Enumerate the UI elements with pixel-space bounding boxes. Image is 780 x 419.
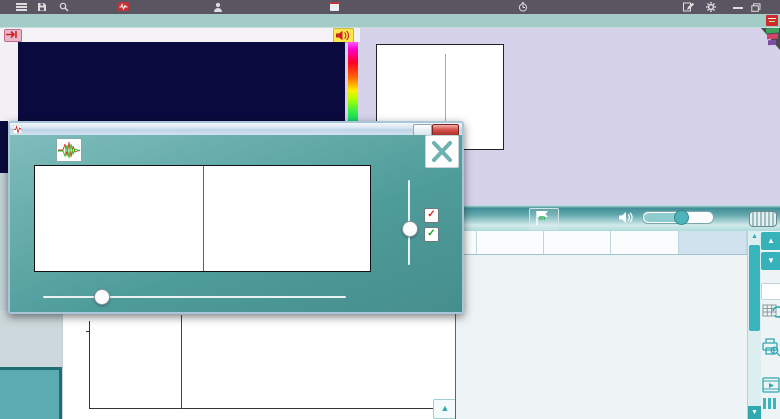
- menu-icon[interactable]: [16, 3, 27, 11]
- marker-flag-button[interactable]: m: [529, 208, 559, 230]
- im-checkbox[interactable]: ✓: [424, 227, 439, 242]
- corner-badge-red: [767, 34, 778, 40]
- dialog-big-close-button[interactable]: [425, 135, 459, 168]
- refresh-table-icon[interactable]: [761, 302, 780, 320]
- chart-y-axis: [89, 321, 90, 409]
- chart-expand-button[interactable]: ▲: [433, 399, 457, 419]
- settings-gear-icon[interactable]: [706, 2, 716, 12]
- bars-icon[interactable]: [763, 398, 776, 409]
- events-table-panel: m ▲ ▼ ▲ ▼: [455, 205, 780, 419]
- header-temps[interactable]: [477, 231, 544, 254]
- user-icon: [213, 2, 223, 12]
- events-table-body: [456, 254, 747, 419]
- tcd-monitor-app: ▲ m ▲ ▼: [0, 0, 780, 419]
- dialog-body: ✓ ✓: [10, 135, 462, 312]
- video-playback-icon[interactable]: [761, 375, 780, 395]
- header-type[interactable]: [544, 231, 611, 254]
- probe-alert-icon: [766, 15, 778, 26]
- scroll-down-icon[interactable]: ▼: [748, 406, 761, 419]
- minimize-button[interactable]: [733, 7, 743, 9]
- depth-cursor-icon[interactable]: [4, 29, 22, 42]
- scroll-up-icon[interactable]: ▲: [748, 231, 761, 243]
- volume-slider-thumb[interactable]: [674, 210, 689, 225]
- corner-badge-purple: [768, 40, 776, 46]
- ae-filter-button[interactable]: [761, 283, 780, 300]
- row-up-button[interactable]: ▲: [761, 232, 780, 250]
- header-coef[interactable]: [679, 231, 747, 254]
- chart-cursor-line[interactable]: [181, 315, 182, 409]
- spectrum-left-sliver: [0, 121, 8, 173]
- dialog-title-icon: [13, 125, 22, 134]
- scrollbar-thumb[interactable]: [749, 245, 760, 331]
- timer-icon: [518, 2, 528, 12]
- events-table-header: [456, 231, 747, 255]
- vzoom-slider-thumb[interactable]: [402, 221, 418, 237]
- tools-panel[interactable]: [0, 367, 62, 419]
- emboli-rate-chart[interactable]: ▲: [62, 312, 457, 419]
- marker-flag-m: m: [539, 215, 545, 222]
- search-icon[interactable]: [59, 2, 69, 12]
- exam-status-bar: [0, 14, 780, 28]
- header-intensite[interactable]: [611, 231, 679, 254]
- save-icon[interactable]: [37, 2, 47, 12]
- print-preview-icon[interactable]: [761, 337, 780, 357]
- audio-mute-button[interactable]: [333, 28, 354, 43]
- corner-badge-green: [766, 28, 779, 34]
- volume-speaker-icon[interactable]: [619, 211, 634, 224]
- calendar-icon: [330, 2, 339, 11]
- chart-x-axis: [89, 408, 449, 409]
- row-down-button[interactable]: ▼: [761, 252, 780, 270]
- events-scrollbar[interactable]: ▲ ▼: [747, 231, 761, 419]
- events-toolbar: m: [456, 205, 780, 231]
- dialog-titlebar[interactable]: [10, 123, 462, 135]
- hzoom-slider-thumb[interactable]: [94, 289, 110, 305]
- dialog-waveform: [35, 166, 370, 271]
- left-sliver: [0, 173, 8, 310]
- dialog-waveform-plot[interactable]: [34, 165, 371, 272]
- chart-ytick-mark: [86, 331, 89, 332]
- app-logo-icon: [118, 1, 129, 12]
- app-logo: [118, 1, 131, 12]
- hzoom-slider-track[interactable]: [43, 296, 346, 298]
- depth-bar: [0, 27, 360, 42]
- edit-notes-icon[interactable]: [683, 2, 694, 12]
- maximize-button[interactable]: [751, 3, 761, 12]
- re-checkbox[interactable]: ✓: [424, 208, 439, 223]
- embolus-dialog: ✓ ✓: [8, 121, 464, 314]
- dialog-thumbnail-icon[interactable]: [56, 138, 82, 162]
- buffer-barrel-icon[interactable]: [749, 211, 777, 227]
- main-titlebar: [0, 0, 780, 14]
